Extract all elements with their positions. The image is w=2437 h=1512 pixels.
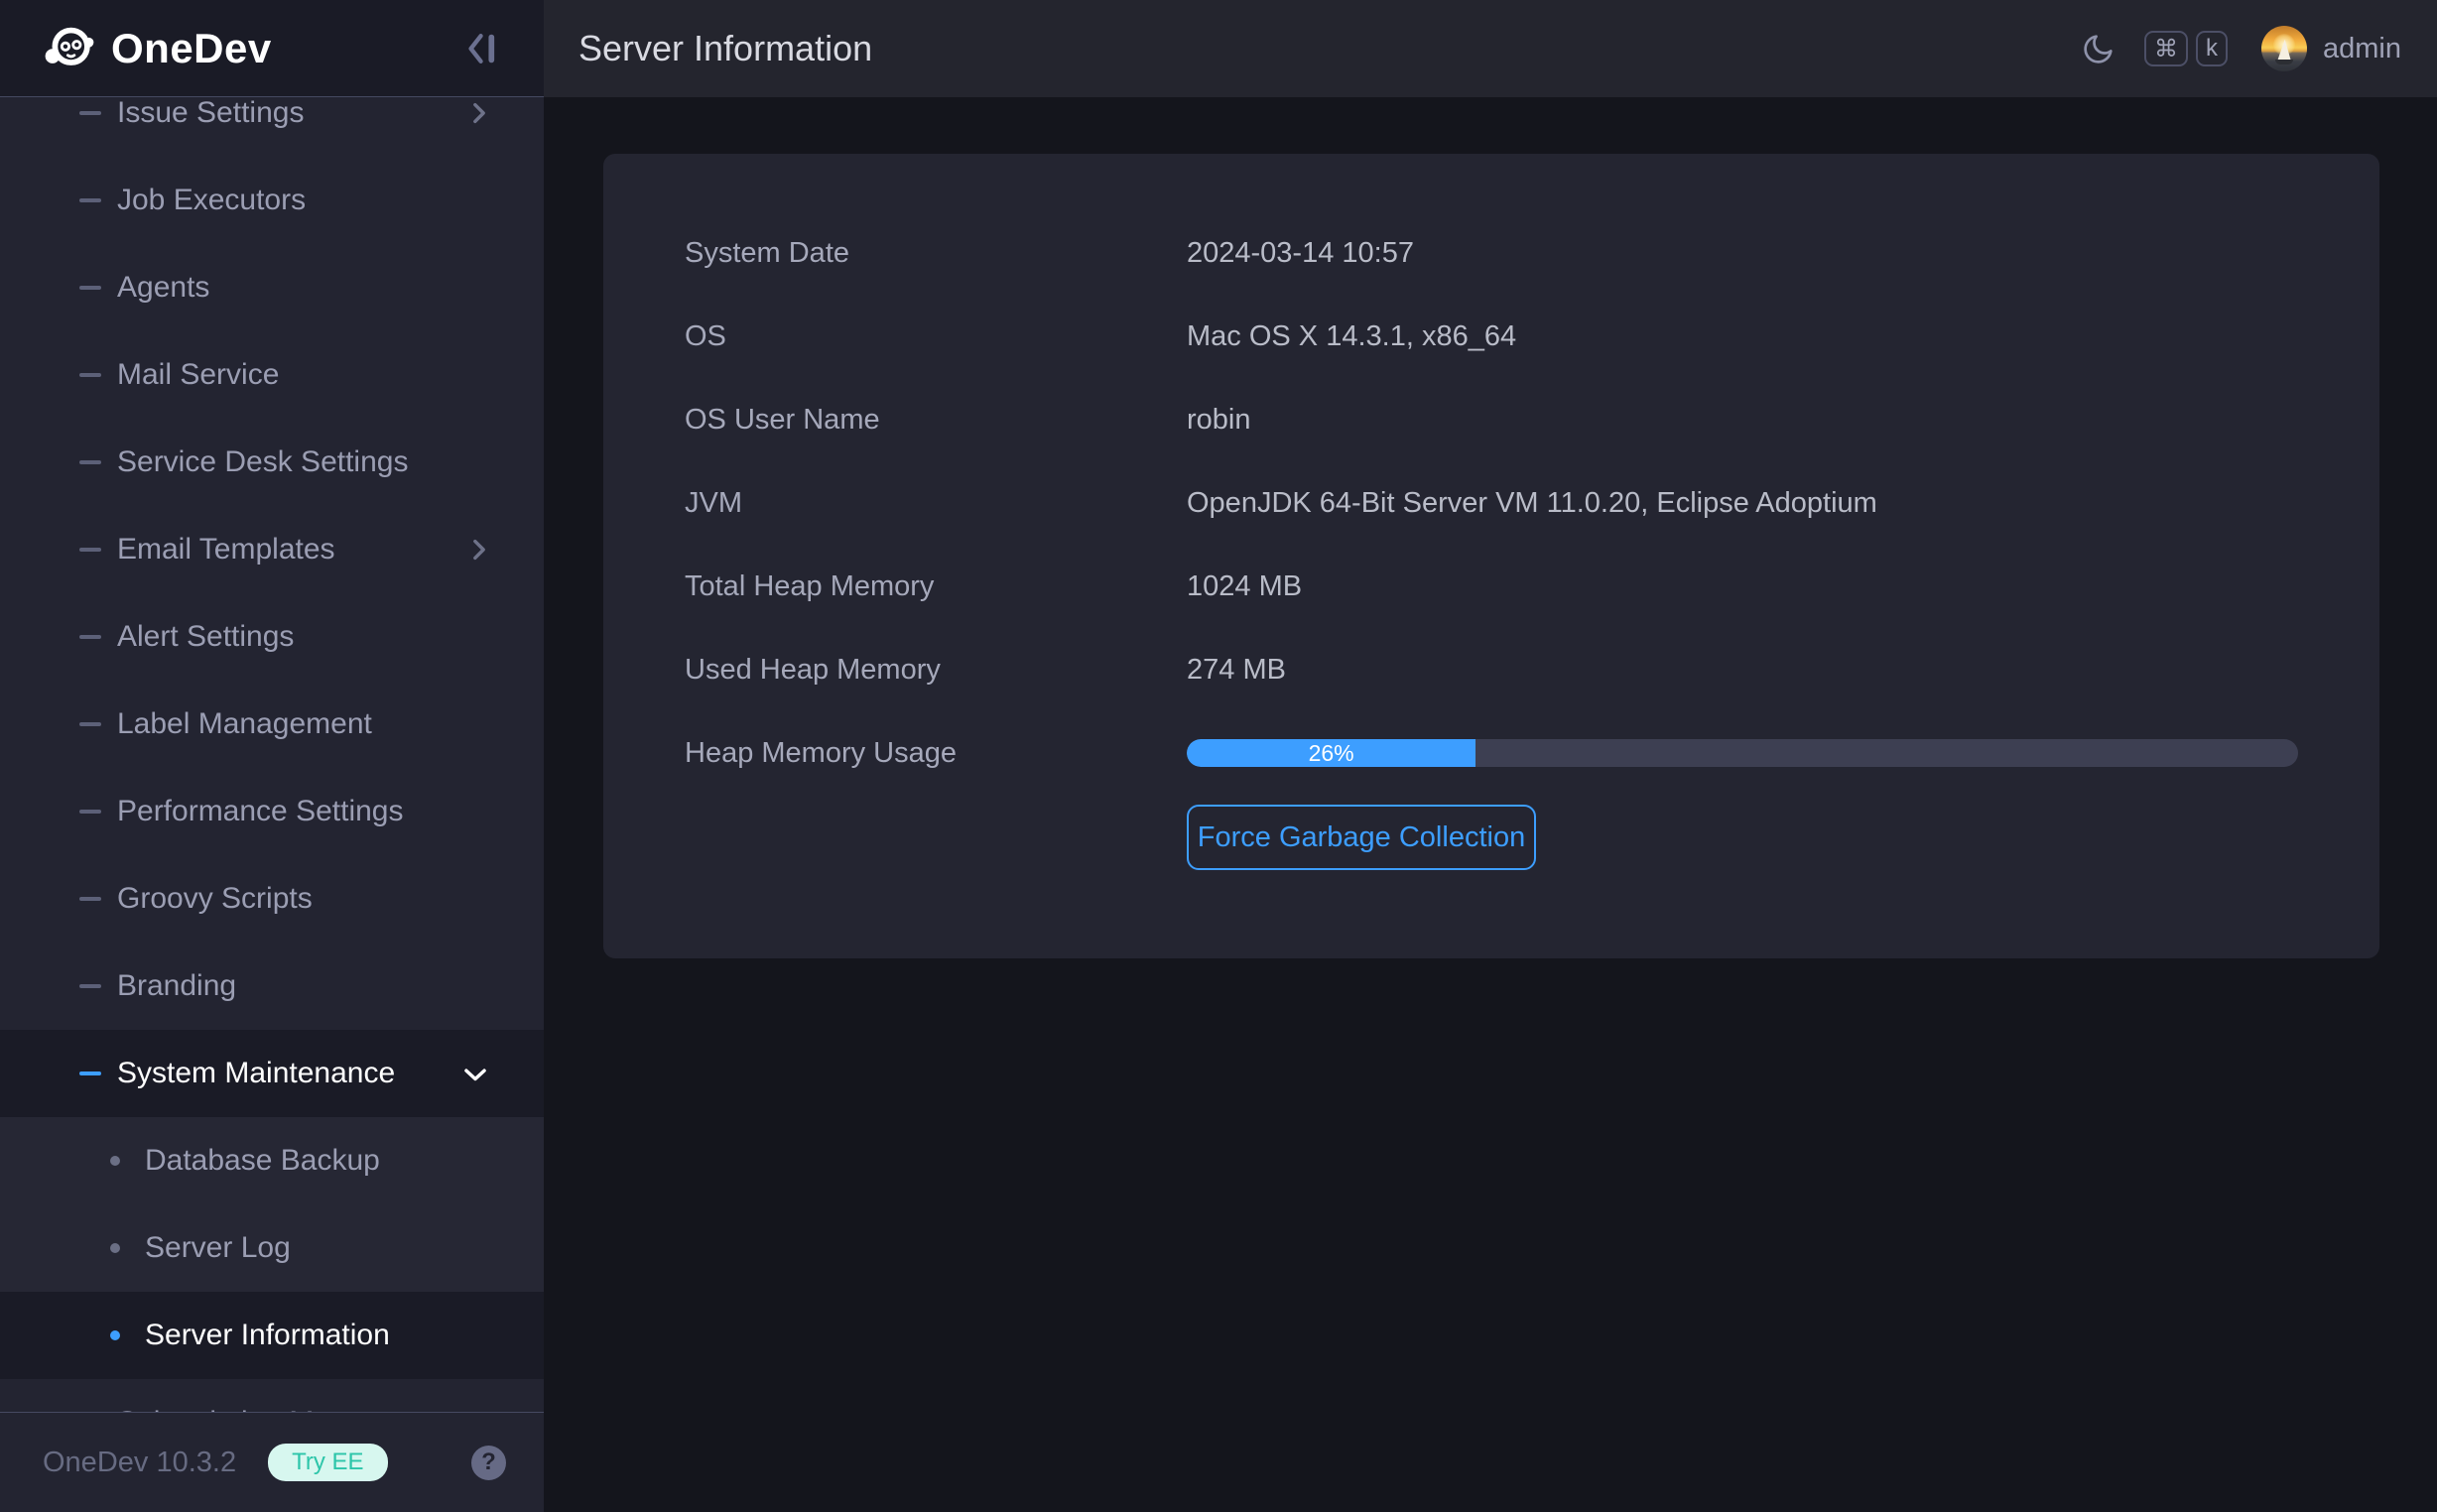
- version-label: OneDev 10.3.2: [43, 1447, 236, 1479]
- dash-icon: [79, 286, 101, 290]
- sidebar-footer: OneDev 10.3.2 Try EE ?: [0, 1412, 544, 1512]
- server-info-card: System Date 2024-03-14 10:57 OS Mac OS X…: [603, 154, 2379, 958]
- sidebar-item-server-information[interactable]: Server Information: [0, 1292, 544, 1379]
- sidebar-item-server-log[interactable]: Server Log: [0, 1204, 544, 1292]
- info-row-system-date: System Date 2024-03-14 10:57: [603, 211, 2379, 295]
- sidebar-item-label-management[interactable]: Label Management: [0, 681, 544, 768]
- field-label: System Date: [685, 237, 1187, 270]
- dash-icon: [79, 198, 101, 202]
- field-label: OS User Name: [685, 404, 1187, 437]
- sidebar-collapse-icon[interactable]: [462, 26, 502, 71]
- bullet-icon: [110, 1330, 120, 1340]
- info-row-used-heap-memory: Used Heap Memory 274 MB: [603, 628, 2379, 711]
- chevron-down-icon: [462, 1067, 488, 1087]
- sidebar-item-service-desk-settings[interactable]: Service Desk Settings: [0, 419, 544, 506]
- field-value: OpenJDK 64-Bit Server VM 11.0.20, Eclips…: [1187, 487, 1877, 520]
- field-label: Used Heap Memory: [685, 654, 1187, 687]
- avatar[interactable]: [2261, 26, 2307, 71]
- dash-icon: [79, 984, 101, 988]
- field-value: robin: [1187, 404, 1251, 437]
- sidebar-item-groovy-scripts[interactable]: Groovy Scripts: [0, 855, 544, 943]
- heap-progress-bar: 26%: [1187, 739, 2298, 767]
- help-icon[interactable]: ?: [471, 1446, 506, 1480]
- field-value: Mac OS X 14.3.1, x86_64: [1187, 320, 1516, 353]
- field-label: Total Heap Memory: [685, 570, 1187, 603]
- sidebar-item-branding[interactable]: Branding: [0, 943, 544, 1030]
- topbar: Server Information ⌘ k admin: [544, 0, 2437, 97]
- cmd-key-icon[interactable]: ⌘: [2144, 31, 2188, 66]
- dark-mode-moon-icon[interactable]: [2081, 31, 2116, 66]
- app-name: OneDev: [111, 25, 272, 72]
- k-key-icon[interactable]: k: [2196, 31, 2228, 66]
- field-label: JVM: [685, 487, 1187, 520]
- info-row-os-user-name: OS User Name robin: [603, 378, 2379, 461]
- force-garbage-collection-button[interactable]: Force Garbage Collection: [1187, 805, 1536, 870]
- main-area: Server Information ⌘ k admin System Date…: [544, 0, 2437, 1512]
- field-value: 2024-03-14 10:57: [1187, 237, 1414, 270]
- info-row-os: OS Mac OS X 14.3.1, x86_64: [603, 295, 2379, 378]
- content-area: System Date 2024-03-14 10:57 OS Mac OS X…: [544, 97, 2437, 1512]
- chevron-right-icon: [470, 536, 488, 568]
- sidebar-item-agents[interactable]: Agents: [0, 244, 544, 331]
- sidebar-item-subscription-management-clipped[interactable]: Subscription Management: [0, 1379, 544, 1412]
- sidebar-nav: Issue Settings Job Executors Agents Mail…: [0, 98, 544, 1412]
- chevron-right-icon: [470, 99, 488, 132]
- sidebar-item-issue-settings[interactable]: Issue Settings: [0, 98, 544, 157]
- dash-icon: [79, 897, 101, 901]
- field-value: 274 MB: [1187, 654, 1286, 687]
- onedev-logo-icon: [44, 20, 95, 76]
- page-title: Server Information: [578, 28, 872, 69]
- sidebar-item-database-backup[interactable]: Database Backup: [0, 1117, 544, 1204]
- topbar-actions: ⌘ k admin: [2081, 0, 2401, 97]
- sidebar-header: OneDev: [0, 0, 544, 97]
- dash-icon: [79, 373, 101, 377]
- dash-icon: [79, 548, 101, 552]
- field-label: OS: [685, 320, 1187, 353]
- dash-icon: [79, 460, 101, 464]
- field-label: Heap Memory Usage: [685, 737, 1187, 770]
- sidebar-item-job-executors[interactable]: Job Executors: [0, 157, 544, 244]
- app-logo[interactable]: OneDev: [44, 20, 272, 76]
- info-row-jvm: JVM OpenJDK 64-Bit Server VM 11.0.20, Ec…: [603, 461, 2379, 545]
- info-row-heap-memory-usage: Heap Memory Usage 26%: [603, 711, 2379, 795]
- heap-progress-label: 26%: [1309, 740, 1354, 767]
- sidebar: OneDev Issue Settings Job Executors: [0, 0, 544, 1512]
- dash-icon: [79, 111, 101, 115]
- info-row-total-heap-memory: Total Heap Memory 1024 MB: [603, 545, 2379, 628]
- try-ee-badge[interactable]: Try EE: [268, 1444, 387, 1481]
- sidebar-item-system-maintenance[interactable]: System Maintenance: [0, 1030, 544, 1117]
- sidebar-item-performance-settings[interactable]: Performance Settings: [0, 768, 544, 855]
- dash-icon: [79, 722, 101, 726]
- dash-icon: [79, 635, 101, 639]
- user-menu[interactable]: admin: [2323, 33, 2401, 65]
- bullet-icon: [110, 1156, 120, 1166]
- sidebar-item-email-templates[interactable]: Email Templates: [0, 506, 544, 593]
- bullet-icon: [110, 1243, 120, 1253]
- field-value: 1024 MB: [1187, 570, 1302, 603]
- heap-progress-fill: 26%: [1187, 739, 1475, 767]
- dash-icon: [79, 810, 101, 814]
- gc-button-row: Force Garbage Collection: [603, 805, 2379, 870]
- sidebar-item-mail-service[interactable]: Mail Service: [0, 331, 544, 419]
- sidebar-item-alert-settings[interactable]: Alert Settings: [0, 593, 544, 681]
- dash-icon: [79, 1071, 101, 1075]
